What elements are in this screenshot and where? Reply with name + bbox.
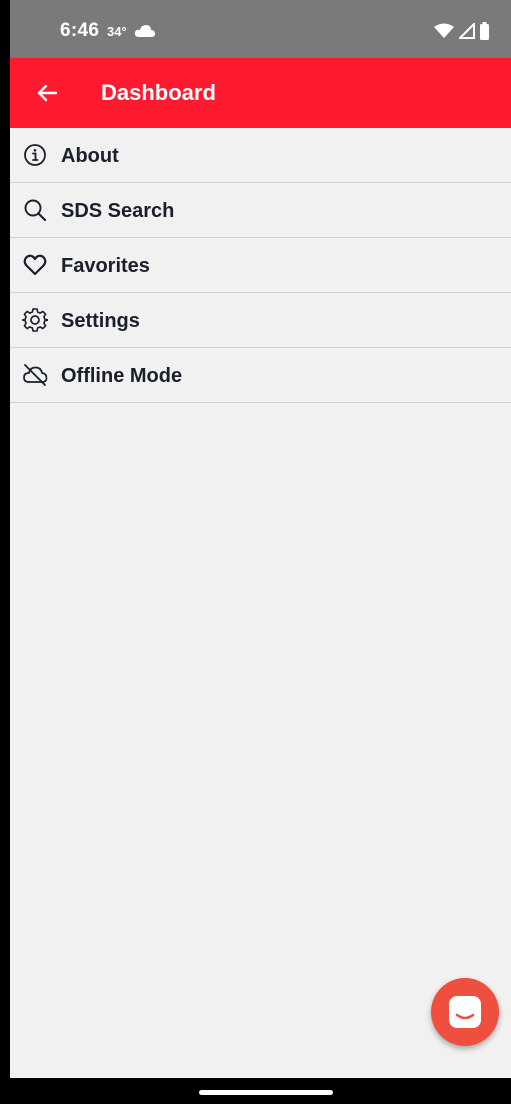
menu-item-favorites[interactable]: Favorites xyxy=(10,238,511,293)
phone-frame: 6:46 34° Dashboard About SDS Search Favo… xyxy=(0,0,511,1104)
menu-item-label: SDS Search xyxy=(61,200,175,222)
status-time: 6:46 xyxy=(60,20,100,41)
info-icon xyxy=(22,142,48,168)
screen: 6:46 34° Dashboard About SDS Search Favo… xyxy=(10,0,511,1078)
menu-item-settings[interactable]: Settings xyxy=(10,293,511,348)
menu-item-label: About xyxy=(61,145,119,167)
status-temperature: 34° xyxy=(107,24,127,39)
gear-icon xyxy=(22,307,48,333)
chat-icon xyxy=(449,996,481,1028)
system-icons xyxy=(434,22,489,40)
dashboard-menu: About SDS Search Favorites Settings Offl… xyxy=(10,128,511,403)
wifi-icon xyxy=(434,23,454,38)
cloud-off-icon xyxy=(22,362,48,388)
menu-item-label: Settings xyxy=(61,310,140,332)
status-bar: 6:46 34° xyxy=(10,0,511,58)
menu-item-about[interactable]: About xyxy=(10,128,511,183)
search-icon xyxy=(22,197,48,223)
page-title: Dashboard xyxy=(101,80,216,105)
menu-item-sds-search[interactable]: SDS Search xyxy=(10,183,511,238)
arrow-left-icon[interactable] xyxy=(34,80,60,106)
heart-icon xyxy=(22,252,48,278)
menu-item-offline-mode[interactable]: Offline Mode xyxy=(10,348,511,403)
cloud-icon xyxy=(134,25,155,37)
battery-icon xyxy=(480,22,489,40)
chat-button[interactable] xyxy=(431,978,499,1046)
app-bar: Dashboard xyxy=(10,58,511,128)
menu-item-label: Favorites xyxy=(61,255,150,277)
signal-icon xyxy=(459,23,475,39)
home-indicator[interactable] xyxy=(199,1090,333,1095)
menu-item-label: Offline Mode xyxy=(61,365,183,387)
